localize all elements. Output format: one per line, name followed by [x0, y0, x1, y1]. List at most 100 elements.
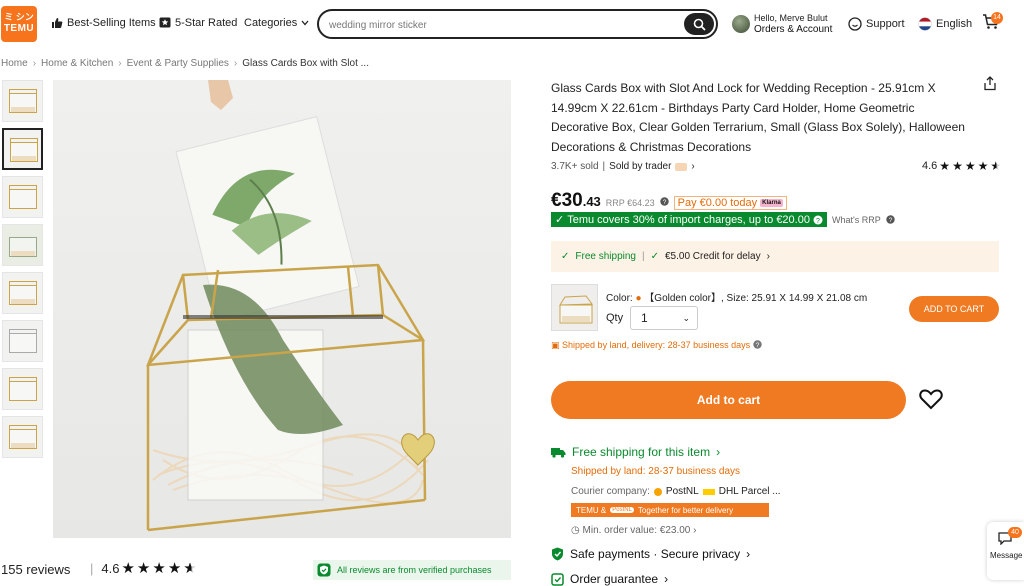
language-label: English: [936, 18, 973, 30]
thumbnail-1[interactable]: [2, 80, 43, 122]
thumbnail-strip: [2, 80, 44, 464]
thumbnail-2-selected[interactable]: [2, 128, 43, 170]
share-button[interactable]: [983, 76, 997, 96]
wishlist-button[interactable]: [919, 388, 943, 415]
reviews-count[interactable]: 155 reviews: [1, 562, 70, 577]
free-shipping-section[interactable]: Free shipping for this item ›: [551, 445, 720, 459]
price-decimal: .43: [582, 194, 601, 209]
breadcrumb: Home › Home & Kitchen › Event & Party Su…: [1, 58, 369, 69]
five-star-link[interactable]: 5-Star Rated: [159, 17, 237, 29]
seller-link[interactable]: Sold by trader: [609, 161, 671, 172]
price: €30.43: [551, 190, 601, 212]
pay-today-label: Pay €0.00 today: [677, 197, 758, 209]
temu-logo[interactable]: ミ シン TEMU: [1, 6, 37, 42]
logo-top-text: ミ シン: [4, 12, 34, 22]
account-greeting: Hello, Merve Bulut: [754, 13, 828, 23]
courier-postnl: PostNL: [665, 486, 699, 497]
rrp-price: RRP €64.23: [605, 198, 655, 208]
price-main: €30: [551, 190, 583, 211]
support-link[interactable]: Support: [848, 17, 905, 31]
order-guarantee-row[interactable]: Order guarantee ›: [551, 572, 668, 586]
add-to-cart-small-button[interactable]: ADD TO CART: [909, 296, 999, 322]
color-value: 【Golden color】, Size: 25.91 X 14.99 X 21…: [644, 293, 868, 304]
min-order-row[interactable]: ◷ Min. order value: €23.00 ›: [571, 525, 696, 536]
best-selling-label: Best-Selling Items: [67, 17, 156, 29]
color-drop-icon: ●: [635, 293, 642, 304]
temu-brand: TEMU &: [576, 505, 607, 515]
thumbnail-5[interactable]: [2, 272, 43, 314]
klarna-logo: Klarna: [760, 199, 783, 207]
breadcrumb-home-kitchen[interactable]: Home & Kitchen: [41, 58, 113, 69]
quantity-select[interactable]: 1 ⌄: [630, 306, 698, 330]
categories-menu[interactable]: Categories: [244, 17, 309, 29]
chevron-right-icon: ›: [716, 445, 721, 459]
messages-label: Message: [990, 551, 1023, 560]
main-product-image[interactable]: [53, 80, 511, 538]
search-bar: [317, 9, 718, 39]
verified-shield-icon: [317, 563, 331, 577]
pay-today-badge[interactable]: Pay €0.00 today Klarna: [673, 196, 787, 210]
thumbnail-4[interactable]: [2, 224, 43, 266]
star-icon: ★: [939, 159, 951, 173]
qty-value: 1: [641, 311, 648, 325]
help-icon[interactable]: ?: [659, 197, 669, 206]
import-row: ✓ Temu covers 30% of import charges, up …: [551, 212, 895, 227]
free-shipping-label: Free shipping: [575, 251, 636, 262]
chevron-right-icon: ›: [693, 525, 697, 536]
help-icon[interactable]: ?: [752, 340, 762, 349]
avatar: [732, 15, 750, 33]
verified-reviews-banner: All reviews are from verified purchases: [313, 560, 511, 580]
breadcrumb-home[interactable]: Home: [1, 58, 28, 69]
variant-photo: [559, 295, 593, 324]
half-star-icon: ★: [990, 159, 1002, 173]
support-icon: [848, 17, 862, 31]
shipped-by-land-note: ▣ Shipped by land, delivery: 28-37 busin…: [551, 340, 762, 351]
logo-text: TEMU: [3, 22, 35, 34]
account-menu[interactable]: Hello, Merve Bulut Orders & Account: [732, 13, 832, 35]
thumbnail-7[interactable]: [2, 368, 43, 410]
breadcrumb-separator: ›: [233, 58, 238, 69]
whats-rrp-link[interactable]: What's RRP: [832, 215, 881, 225]
divider: |: [641, 251, 645, 262]
min-order-label: Min. order value: €23.00: [582, 525, 691, 536]
clock-icon: ◷: [571, 525, 580, 536]
thumbnail-6[interactable]: [2, 320, 43, 362]
search-input[interactable]: [329, 17, 669, 33]
thumbnail-3[interactable]: [2, 176, 43, 218]
star-icon: ★: [952, 159, 963, 173]
svg-text:?: ?: [755, 342, 759, 349]
language-selector[interactable]: English: [918, 17, 972, 31]
reviews-rating-value: 4.6: [101, 561, 120, 576]
import-charges-badge[interactable]: ✓ Temu covers 30% of import charges, up …: [551, 212, 827, 227]
search-button[interactable]: [684, 13, 714, 35]
chevron-down-icon: [301, 20, 309, 26]
product-rating[interactable]: 4.6 ★ ★ ★ ★ ★: [922, 160, 1001, 172]
price-row: €30.43 RRP €64.23 ? Pay €0.00 today Klar…: [551, 190, 787, 212]
rating-value: 4.6: [922, 160, 938, 172]
star-badge-icon: [159, 17, 171, 28]
safe-payments-row[interactable]: Safe payments · Secure privacy ›: [551, 547, 750, 561]
shipping-benefits-box[interactable]: ✓ Free shipping | ✓ €5.00 Credit for del…: [551, 241, 999, 272]
import-charges-label: Temu covers 30% of import charges, up to…: [567, 213, 810, 226]
thumbnail-8[interactable]: [2, 416, 43, 458]
netherlands-flag-icon: [918, 17, 932, 31]
help-icon[interactable]: ?: [886, 215, 895, 224]
product-photo-illustration: [146, 80, 435, 532]
breadcrumb-separator: ›: [32, 58, 37, 69]
variant-thumbnail[interactable]: [551, 284, 598, 331]
best-selling-link[interactable]: Best-Selling Items: [51, 17, 156, 29]
svg-text:?: ?: [662, 199, 666, 206]
heart-icon: [919, 389, 943, 410]
product-title: Glass Cards Box with Slot And Lock for W…: [551, 81, 965, 154]
courier-dhl: DHL Parcel ...: [718, 486, 781, 497]
add-to-cart-button[interactable]: Add to cart: [551, 381, 906, 419]
star-icon: ★: [152, 559, 166, 577]
shipped-land-label: Shipped by land, delivery: 28-37 busines…: [562, 340, 751, 350]
orders-account-label: Orders & Account: [754, 24, 833, 35]
sold-count: 3.7K+ sold: [551, 161, 599, 172]
order-guarantee-label: Order guarantee: [570, 572, 659, 586]
breadcrumb-event-party[interactable]: Event & Party Supplies: [127, 58, 229, 69]
courier-label: Courier company:: [571, 486, 650, 497]
breadcrumb-separator: ›: [118, 58, 122, 69]
chevron-right-icon: ›: [746, 547, 751, 561]
